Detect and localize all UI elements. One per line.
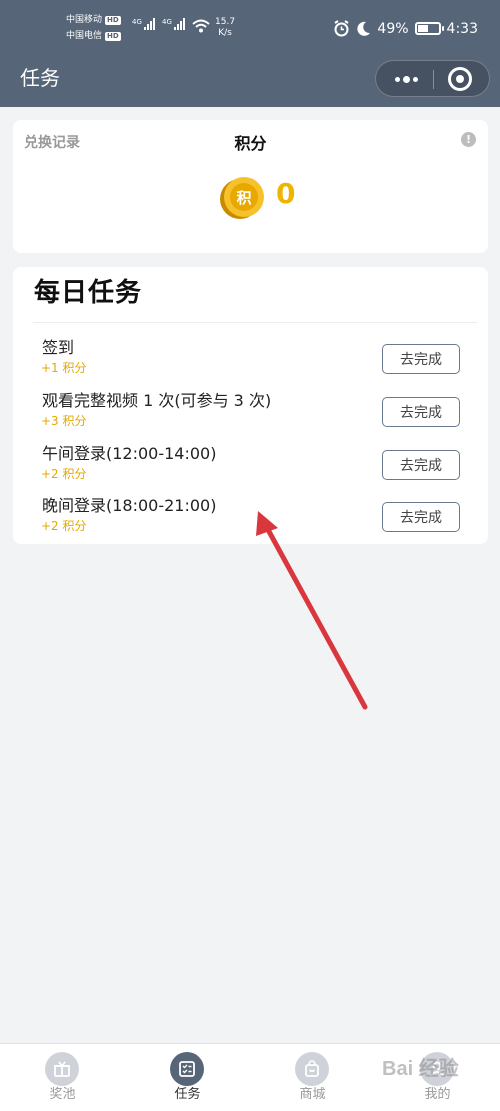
go-complete-button[interactable]: 去完成: [382, 450, 460, 480]
task-row: 晚间登录(18:00-21:00) +2 积分 去完成: [13, 495, 488, 547]
task-name: 签到: [42, 338, 75, 357]
status-bar: 中国移动 HD 中国电信 HD 4G 4G 15.7 K/s 49% 4:33: [0, 0, 500, 56]
tab-mall[interactable]: 商城: [250, 1044, 375, 1111]
shopping-bag-icon: [295, 1052, 329, 1086]
tab-tasks[interactable]: 任务: [125, 1044, 250, 1111]
task-name: 晚间登录(18:00-21:00): [42, 496, 217, 515]
signal-1-icon: 4G: [132, 18, 155, 30]
task-reward: +2 积分: [41, 519, 87, 533]
battery-percent: 49%: [377, 20, 409, 37]
alarm-icon: [334, 20, 349, 37]
carrier-1-name: 中国移动: [66, 15, 103, 25]
points-card: 兑换记录 积分 ! 积 0: [13, 120, 488, 253]
task-row: 午间登录(12:00-14:00) +2 积分 去完成: [13, 443, 488, 495]
tab-prize-pool[interactable]: 奖池: [0, 1044, 125, 1111]
wifi-icon: [192, 19, 210, 33]
network-speed: 15.7 K/s: [215, 17, 235, 39]
tab-label: 我的: [424, 1087, 451, 1102]
more-menu-button[interactable]: [386, 65, 426, 93]
close-target-button[interactable]: [448, 67, 472, 91]
network-2-label: 4G: [162, 18, 172, 26]
watermark: Bai 经验: [382, 1058, 459, 1080]
moon-icon: [357, 21, 371, 36]
task-reward: +2 积分: [41, 467, 87, 481]
daily-tasks-heading: 每日任务: [34, 278, 143, 308]
points-value: 0: [276, 177, 296, 210]
battery-level: [417, 25, 429, 32]
info-icon[interactable]: !: [461, 132, 476, 147]
speed-unit: K/s: [218, 28, 232, 38]
battery-icon: [414, 22, 444, 35]
tab-label: 奖池: [49, 1087, 76, 1102]
tab-label: 任务: [174, 1087, 201, 1102]
task-reward: +1 积分: [41, 361, 87, 375]
app-header: 中国移动 HD 中国电信 HD 4G 4G 15.7 K/s 49% 4:33 …: [0, 0, 500, 107]
hd-badge: HD: [105, 32, 121, 41]
status-right: 49% 4:33: [333, 20, 478, 37]
task-name: 观看完整视频 1 次(可参与 3 次): [42, 391, 272, 410]
speed-value: 15.7: [215, 17, 236, 27]
go-complete-button[interactable]: 去完成: [382, 344, 460, 374]
carrier-2-name: 中国电信: [66, 31, 103, 41]
coin-icon: 积: [220, 177, 264, 219]
task-row: 观看完整视频 1 次(可参与 3 次) +3 积分 去完成: [13, 390, 488, 442]
carrier-1: 中国移动 HD: [66, 15, 121, 26]
capsule-divider: [433, 70, 434, 89]
daily-tasks-card: 每日任务 签到 +1 积分 去完成 观看完整视频 1 次(可参与 3 次) +3…: [13, 267, 488, 544]
hd-badge: HD: [105, 16, 121, 25]
page-title: 任务: [20, 66, 60, 90]
divider: [33, 322, 477, 323]
tab-label: 商城: [299, 1087, 326, 1102]
carrier-2: 中国电信 HD: [66, 31, 121, 42]
go-complete-button[interactable]: 去完成: [382, 502, 460, 532]
coin-glyph: 积: [236, 189, 251, 207]
signal-2-icon: 4G: [162, 18, 185, 30]
mini-program-capsule: [375, 60, 490, 97]
points-title: 积分: [234, 134, 267, 153]
clock: 4:33: [446, 20, 478, 37]
task-name: 午间登录(12:00-14:00): [42, 444, 217, 463]
prize-pool-icon: [45, 1052, 79, 1086]
task-reward: +3 积分: [41, 414, 87, 428]
task-row: 签到 +1 积分 去完成: [13, 337, 488, 389]
task-list-icon: [170, 1052, 204, 1086]
go-complete-button[interactable]: 去完成: [382, 397, 460, 427]
network-1-label: 4G: [132, 18, 142, 26]
